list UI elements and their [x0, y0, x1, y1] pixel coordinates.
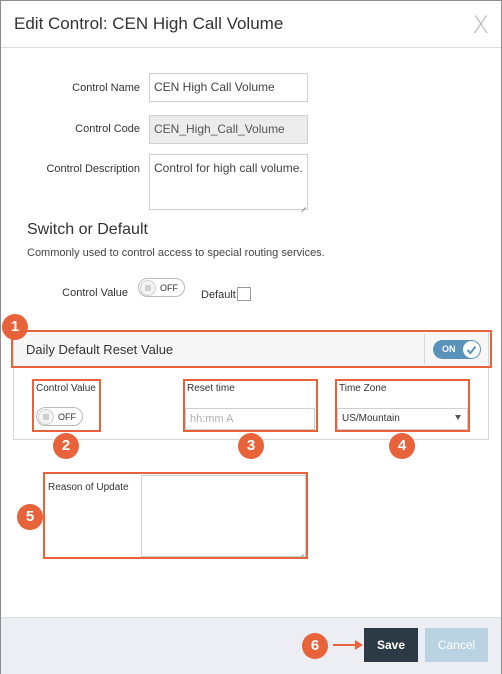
arrow-right-icon: [333, 644, 357, 646]
daily-control-value-label: Control Value: [36, 383, 96, 394]
save-button[interactable]: Save: [364, 628, 418, 662]
edit-control-dialog: Edit Control: CEN High Call Volume X Con…: [0, 0, 502, 674]
switch-control-value-toggle[interactable]: OFF: [138, 278, 185, 297]
callout-badge-5: 5: [17, 504, 43, 530]
reset-time-placeholder: hh:mm A: [190, 413, 234, 425]
close-icon[interactable]: X: [473, 13, 489, 37]
control-description-text: Control for high call volume.: [154, 161, 303, 175]
reset-time-input[interactable]: hh:mm A: [185, 408, 315, 430]
caret-down-icon: [455, 415, 461, 420]
callout-badge-4: 4: [389, 433, 415, 459]
switch-section-title: Switch or Default: [27, 221, 148, 238]
daily-toggle-state: OFF: [58, 412, 76, 422]
grip-lines-icon: [140, 280, 156, 296]
resize-handle-icon[interactable]: [298, 549, 304, 555]
callout-badge-3: 3: [238, 433, 264, 459]
switch-section-subtitle: Commonly used to control access to speci…: [27, 247, 325, 259]
time-zone-select[interactable]: US/Mountain: [337, 408, 468, 430]
control-code-input: CEN_High_Call_Volume: [149, 115, 308, 144]
control-description-textarea[interactable]: Control for high call volume.: [149, 154, 308, 210]
dialog-header: Edit Control: CEN High Call Volume X: [1, 1, 501, 48]
default-checkbox[interactable]: [237, 287, 251, 301]
time-zone-label: Time Zone: [339, 383, 387, 394]
dialog-title: Edit Control: CEN High Call Volume: [14, 14, 284, 33]
control-code-label: Control Code: [75, 123, 140, 135]
arrow-head-icon: [355, 640, 363, 650]
control-name-label: Control Name: [72, 82, 140, 94]
reset-time-label: Reset time: [187, 383, 235, 394]
cancel-button[interactable]: Cancel: [425, 628, 488, 662]
daily-control-value-toggle[interactable]: OFF: [36, 407, 83, 426]
control-name-input[interactable]: CEN High Call Volume: [149, 73, 308, 102]
callout-badge-6: 6: [302, 633, 328, 659]
switch-control-value-label: Control Value: [62, 287, 128, 299]
resize-handle-icon[interactable]: [300, 202, 306, 208]
time-zone-selected: US/Mountain: [342, 413, 400, 424]
default-label: Default: [201, 289, 236, 301]
reason-label: Reason of Update: [48, 482, 129, 493]
callout-box-1: [11, 330, 492, 368]
switch-toggle-state: OFF: [160, 283, 178, 293]
reason-textarea[interactable]: [141, 475, 306, 557]
callout-badge-1: 1: [2, 314, 28, 340]
control-description-label: Control Description: [46, 163, 140, 175]
callout-badge-2: 2: [53, 433, 79, 459]
grip-lines-icon: [38, 409, 54, 425]
